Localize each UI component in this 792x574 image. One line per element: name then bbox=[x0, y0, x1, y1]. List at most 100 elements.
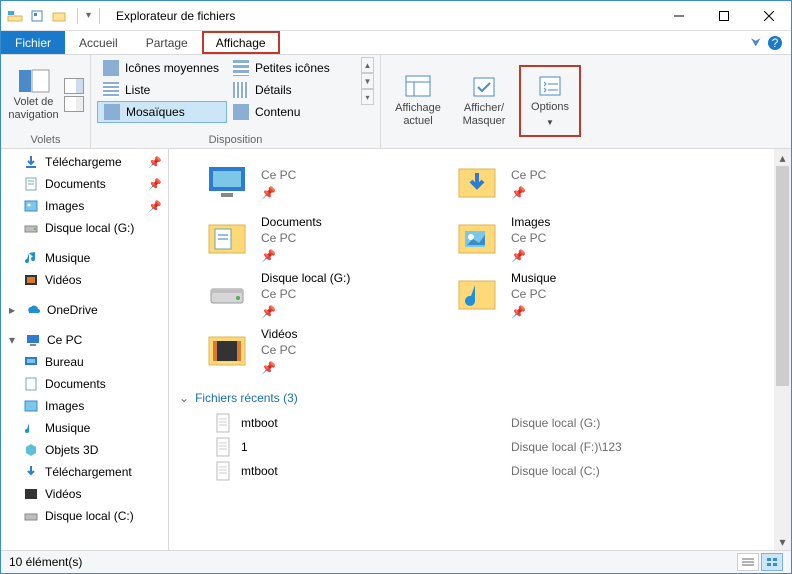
recent-row[interactable]: mtboot Disque local (G:) bbox=[215, 411, 791, 435]
layout-content[interactable]: Contenu bbox=[227, 101, 357, 123]
layout-gallery[interactable]: Icônes moyennes Petites icônes Liste Dét… bbox=[97, 57, 357, 133]
layout-medium[interactable]: Icônes moyennes bbox=[97, 57, 227, 79]
tile-item[interactable]: Documents Ce PC 📌 bbox=[199, 211, 449, 267]
tile-sub: Ce PC bbox=[511, 168, 546, 182]
group-panes-label: Volets bbox=[7, 133, 84, 147]
pin-icon: 📌 bbox=[261, 305, 350, 319]
tab-home[interactable]: Accueil bbox=[65, 31, 132, 54]
recent-section-header[interactable]: ⌄ Fichiers récents (3) bbox=[169, 385, 791, 409]
tab-share[interactable]: Partage bbox=[132, 31, 202, 54]
view-tiles-toggle[interactable] bbox=[761, 553, 783, 571]
folder-icon bbox=[453, 215, 501, 263]
preview-pane-button[interactable] bbox=[64, 78, 84, 112]
vertical-scrollbar[interactable]: ▴ ▾ bbox=[774, 149, 791, 550]
nav-pane-button[interactable]: Volet de navigation bbox=[7, 59, 60, 131]
current-view-button[interactable]: Affichage actuel bbox=[387, 65, 449, 137]
qat-newfolder-icon[interactable] bbox=[49, 6, 69, 26]
pin-icon: 📌 bbox=[511, 305, 556, 319]
tile-item[interactable]: Musique Ce PC 📌 bbox=[449, 267, 699, 323]
sidebar-item-desktop[interactable]: Bureau bbox=[1, 351, 168, 373]
pin-icon: 📌 bbox=[511, 249, 550, 263]
ribbon-collapse-icon[interactable]: ⮟ bbox=[751, 35, 761, 50]
tile-sub: Ce PC bbox=[511, 287, 556, 301]
tab-view[interactable]: Affichage bbox=[202, 31, 280, 54]
tile-sub: Ce PC bbox=[261, 231, 322, 245]
sidebar-item-downloads[interactable]: Téléchargeme📌 bbox=[1, 151, 168, 173]
tile-sub: Ce PC bbox=[261, 343, 297, 357]
layout-small[interactable]: Petites icônes bbox=[227, 57, 357, 79]
pin-icon: 📌 bbox=[148, 178, 162, 191]
sidebar-item-videos[interactable]: Vidéos bbox=[1, 269, 168, 291]
tile-name: Documents bbox=[261, 215, 322, 229]
layout-tiles[interactable]: Mosaïques bbox=[97, 101, 227, 123]
status-count: 10 élément(s) bbox=[9, 555, 82, 569]
tile-name: Vidéos bbox=[261, 327, 297, 341]
sidebar-item-downloads2[interactable]: Téléchargement bbox=[1, 461, 168, 483]
chevron-down-icon: ⌄ bbox=[179, 391, 189, 405]
recent-name: mtboot bbox=[241, 464, 501, 478]
recent-location: Disque local (F:)\123 bbox=[511, 440, 622, 454]
sidebar-item-documents[interactable]: Documents📌 bbox=[1, 173, 168, 195]
tile-item[interactable]: Images Ce PC 📌 bbox=[449, 211, 699, 267]
help-icon[interactable]: ? bbox=[767, 35, 783, 51]
scroll-thumb[interactable] bbox=[776, 166, 789, 386]
tile-name: Images bbox=[511, 215, 550, 229]
close-button[interactable] bbox=[746, 1, 791, 30]
recent-name: 1 bbox=[241, 440, 501, 454]
qat-properties-icon[interactable] bbox=[27, 6, 47, 26]
tile-sub: Ce PC bbox=[511, 231, 550, 245]
sidebar-item-drive-c[interactable]: Disque local (C:) bbox=[1, 505, 168, 527]
sidebar-item-drive-g[interactable]: Disque local (G:) bbox=[1, 217, 168, 239]
file-icon bbox=[215, 413, 231, 433]
view-details-toggle[interactable] bbox=[737, 553, 759, 571]
scroll-down-icon[interactable]: ▾ bbox=[774, 533, 791, 550]
recent-row[interactable]: mtboot Disque local (C:) bbox=[215, 459, 791, 483]
recent-row[interactable]: 1 Disque local (F:)\123 bbox=[215, 435, 791, 459]
file-icon bbox=[215, 437, 231, 457]
layout-list[interactable]: Liste bbox=[97, 79, 227, 101]
pin-icon: 📌 bbox=[261, 249, 322, 263]
scroll-up-icon[interactable]: ▴ bbox=[774, 149, 791, 166]
nav-sidebar[interactable]: Téléchargeme📌 Documents📌 Images📌 Disque … bbox=[1, 149, 169, 550]
show-hide-button[interactable]: Afficher/ Masquer bbox=[453, 65, 515, 137]
recent-location: Disque local (G:) bbox=[511, 416, 600, 430]
layout-details[interactable]: Détails bbox=[227, 79, 357, 101]
folder-icon bbox=[203, 159, 251, 207]
tile-item[interactable]: Ce PC 📌 bbox=[449, 155, 699, 211]
maximize-button[interactable] bbox=[701, 1, 746, 30]
options-button[interactable]: Options ▼ bbox=[519, 65, 581, 137]
app-icon bbox=[7, 8, 23, 24]
sidebar-item-videos2[interactable]: Vidéos bbox=[1, 483, 168, 505]
sidebar-item-images[interactable]: Images📌 bbox=[1, 195, 168, 217]
pin-icon: 📌 bbox=[148, 156, 162, 169]
sidebar-item-documents2[interactable]: Documents bbox=[1, 373, 168, 395]
folder-icon bbox=[203, 327, 251, 375]
layout-gallery-spin[interactable]: ▲▼▾ bbox=[361, 57, 374, 133]
sidebar-item-music[interactable]: Musique bbox=[1, 247, 168, 269]
sidebar-item-music2[interactable]: Musique bbox=[1, 417, 168, 439]
folder-icon bbox=[203, 271, 251, 319]
pin-icon: 📌 bbox=[261, 186, 296, 200]
tile-item[interactable]: Disque local (G:) Ce PC 📌 bbox=[199, 267, 449, 323]
tile-name: Musique bbox=[511, 271, 556, 285]
tile-item[interactable]: Vidéos Ce PC 📌 bbox=[199, 323, 449, 379]
tile-item[interactable]: Ce PC 📌 bbox=[199, 155, 449, 211]
minimize-button[interactable] bbox=[656, 1, 701, 30]
sidebar-item-thispc[interactable]: ▾Ce PC bbox=[1, 329, 168, 351]
pin-icon: 📌 bbox=[261, 361, 297, 375]
qat-dropdown-icon[interactable]: ▾ bbox=[86, 10, 91, 21]
folder-icon bbox=[203, 215, 251, 263]
sidebar-item-onedrive[interactable]: ▸OneDrive bbox=[1, 299, 168, 321]
svg-text:?: ? bbox=[772, 36, 779, 50]
pin-icon: 📌 bbox=[511, 186, 546, 200]
tab-file[interactable]: Fichier bbox=[1, 31, 65, 54]
file-icon bbox=[215, 461, 231, 481]
ribbon-tabs: Fichier Accueil Partage Affichage ⮟ ? bbox=[1, 31, 791, 55]
titlebar: ▾ Explorateur de fichiers bbox=[1, 1, 791, 31]
sidebar-item-images2[interactable]: Images bbox=[1, 395, 168, 417]
tile-name: Disque local (G:) bbox=[261, 271, 350, 285]
folder-icon bbox=[453, 271, 501, 319]
folder-icon bbox=[453, 159, 501, 207]
sidebar-item-objects3d[interactable]: Objets 3D bbox=[1, 439, 168, 461]
file-view[interactable]: Ce PC 📌 Ce PC 📌 Documents Ce PC 📌 Images… bbox=[169, 149, 791, 550]
